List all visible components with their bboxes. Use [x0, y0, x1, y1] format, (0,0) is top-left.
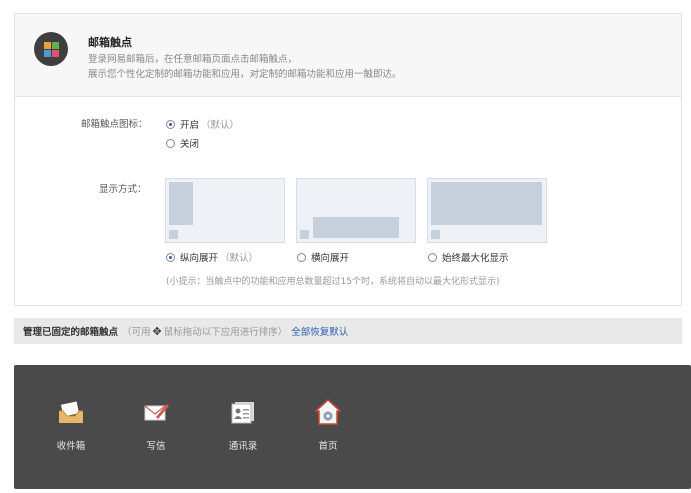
pinned-apps-bar: 管理已固定的邮箱触点 （可用 ✥ 鼠标拖动以下应用进行排序） 全部恢复默认: [14, 318, 682, 344]
radio-checked-icon: [166, 119, 175, 129]
dock-app-label: 首页: [318, 441, 338, 452]
vertical-expand-radio[interactable]: 纵向展开 （默认）: [166, 250, 258, 264]
pinned-apps-prefix: （可用: [122, 327, 151, 338]
radio-unchecked-icon: [428, 252, 437, 262]
dock-app-label: 通讯录: [228, 441, 258, 452]
app-dock: 收件箱 写信 通讯录 首页: [14, 365, 691, 489]
always-maximize-radio[interactable]: 始终最大化显示: [428, 250, 509, 264]
move-icon: ✥: [152, 324, 162, 338]
compose-icon: [143, 399, 169, 425]
pinned-apps-suffix: 鼠标拖动以下应用进行排序）: [163, 327, 288, 338]
inbox-icon: [58, 399, 84, 425]
icon-off-label: 关闭: [180, 139, 200, 150]
page-title: 邮箱触点: [88, 36, 132, 49]
radio-checked-icon: [166, 252, 175, 262]
dock-app-inbox[interactable]: 收件箱: [41, 399, 101, 452]
display-mode-tip: (小提示：当触点中的功能和应用总数量超过15个时，系统将自动以最大化形式显示): [166, 277, 500, 287]
icon-on-hint: （默认）: [201, 120, 240, 131]
dock-app-label: 收件箱: [56, 441, 86, 452]
pinned-apps-title: 管理已固定的邮箱触点: [23, 327, 119, 338]
icon-on-radio[interactable]: 开启 （默认）: [166, 117, 239, 131]
display-mode-label: 显示方式：: [99, 184, 147, 195]
reset-all-link[interactable]: 全部恢复默认: [291, 324, 348, 338]
icon-setting-label: 邮箱触点图标：: [81, 119, 148, 130]
always-maximize-label: 始终最大化显示: [442, 253, 509, 264]
icon-on-label: 开启: [180, 120, 200, 131]
header-description-line2: 展示您个性化定制的邮箱功能和应用，对定制的邮箱功能和应用一触即达。: [88, 69, 402, 80]
header-description-line1: 登录网易邮箱后，在任意邮箱页面点击邮箱触点，: [88, 54, 298, 65]
panel-header: 邮箱触点 登录网易邮箱后，在任意邮箱页面点击邮箱触点， 展示您个性化定制的邮箱功…: [15, 14, 681, 97]
horizontal-expand-preview[interactable]: [296, 178, 416, 243]
dock-app-compose[interactable]: 写信: [126, 399, 186, 452]
vertical-expand-label: 纵向展开: [180, 253, 219, 264]
always-maximize-preview[interactable]: [427, 178, 547, 243]
radio-unchecked-icon: [297, 252, 306, 262]
icon-off-radio[interactable]: 关闭: [166, 136, 199, 150]
contacts-icon: [230, 399, 256, 425]
horizontal-expand-label: 横向展开: [311, 253, 350, 264]
dock-app-label: 写信: [146, 441, 166, 452]
home-icon: [314, 398, 342, 425]
vertical-expand-hint: （默认）: [220, 253, 259, 264]
vertical-expand-preview[interactable]: [165, 178, 285, 243]
dock-app-contacts[interactable]: 通讯录: [213, 399, 273, 452]
dock-app-home[interactable]: 首页: [298, 398, 358, 452]
horizontal-expand-radio[interactable]: 横向展开: [297, 250, 349, 264]
mail-touch-logo-icon: [34, 32, 68, 66]
radio-unchecked-icon: [166, 138, 175, 148]
